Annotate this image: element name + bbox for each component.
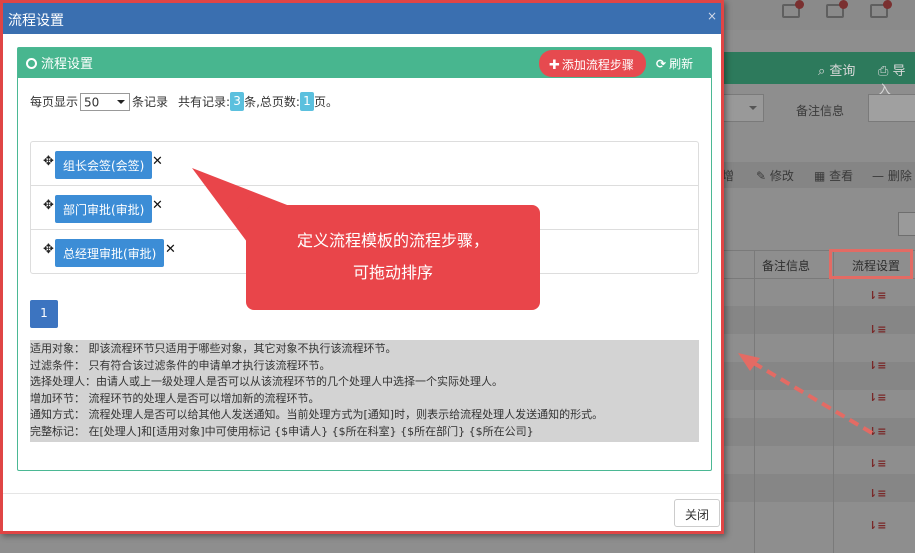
- calendar-icon: [870, 0, 892, 18]
- add-step-button[interactable]: ✚ 添加流程步骤: [539, 50, 646, 77]
- background-remark-label: 备注信息: [796, 104, 845, 118]
- bell-icon: [782, 0, 804, 18]
- background-search-bar: ⌕ 查询 ⎙ 导入: [720, 52, 915, 98]
- flow-setting-icon: ⇂≡: [868, 289, 887, 302]
- refresh-button[interactable]: ⟳ 刷新: [656, 55, 693, 72]
- flow-setting-icon: ⇂≡: [868, 457, 887, 470]
- step-button[interactable]: 组长会签(会签): [55, 151, 153, 179]
- step-row[interactable]: ✥ 组长会签(会签) ✕: [31, 142, 698, 186]
- help-line: 过滤条件： 只有符合该过滤条件的申请单才执行该流程环节。: [30, 358, 331, 372]
- background-edit-button: ✎ 修改: [756, 169, 794, 183]
- pages-count-badge: 1: [299, 92, 314, 111]
- close-icon[interactable]: ×: [707, 9, 717, 23]
- remove-step-icon[interactable]: ✕: [152, 198, 163, 213]
- page-size-label: 每页显示: [30, 95, 79, 109]
- total-label: 共有记录:: [178, 95, 231, 109]
- flow-setting-icon: ⇂≡: [868, 425, 887, 438]
- close-button[interactable]: 关闭: [674, 499, 720, 527]
- move-icon[interactable]: ✥: [43, 154, 54, 169]
- step-button[interactable]: 部门审批(审批): [55, 195, 153, 223]
- background-search-button: ⌕ 查询: [818, 64, 856, 79]
- page-button[interactable]: 1: [30, 300, 58, 328]
- pagination-toolbar: 每页显示 50 条记录 共有记录: 3 条,总页数: 1 页。: [30, 92, 338, 112]
- callout-line-1: 定义流程模板的流程步骤，: [296, 231, 489, 250]
- pages-label: 总页数:: [259, 95, 300, 109]
- dialog-title-bar: 流程设置 ×: [3, 3, 721, 34]
- background-view-button: ▦ 查看: [814, 169, 854, 183]
- total-count-badge: 3: [230, 92, 245, 111]
- refresh-icon: ⟳: [656, 57, 667, 71]
- panel-header: 流程设置 ✚ 添加流程步骤 ⟳ 刷新: [18, 48, 711, 78]
- background-select: [722, 94, 764, 122]
- background-top-bar: [720, 0, 915, 30]
- background-remark-input: [868, 94, 915, 122]
- plus-icon: ✚: [549, 58, 560, 73]
- background-action-bar: 增 ✎ 修改 ▦ 查看 — 删除: [720, 162, 915, 188]
- help-line: 适用对象： 即该流程环节只适用于哪些对象，其它对象不执行该流程环节。: [30, 342, 397, 355]
- pages-unit: 页。: [313, 95, 338, 109]
- remove-step-icon[interactable]: ✕: [165, 242, 176, 257]
- dialog-title: 流程设置: [8, 13, 64, 29]
- help-notes: 适用对象： 即该流程环节只适用于哪些对象，其它对象不执行该流程环节。 过滤条件：…: [30, 340, 699, 442]
- background-header-remark: 备注信息: [762, 259, 811, 273]
- flow-setting-icon: ⇂≡: [868, 519, 887, 532]
- flow-setting-icon: ⇂≡: [868, 323, 887, 336]
- flow-setting-icon: ⇂≡: [868, 359, 887, 372]
- image-icon: [826, 0, 848, 18]
- flow-setting-icon: ⇂≡: [868, 487, 887, 500]
- flow-setting-icon: ⇂≡: [868, 391, 887, 404]
- background-delete-button: — 删除: [872, 169, 912, 183]
- flow-setting-highlight: [829, 249, 913, 279]
- total-unit: 条,: [244, 95, 260, 109]
- dialog-footer-divider: [3, 493, 721, 494]
- gears-icon: [26, 58, 37, 69]
- annotation-callout: 定义流程模板的流程步骤， 可拖动排序: [246, 205, 540, 310]
- help-line: 通知方式： 流程处理人是否可以给其他人发送通知。当前处理方式为[通知]时，则表示…: [30, 408, 604, 421]
- step-button[interactable]: 总经理审批(审批): [55, 239, 165, 267]
- help-line: 选择处理人：由请人或上一级处理人是否可以从该流程环节的几个处理人中选择一个实际处…: [30, 375, 503, 388]
- background-column-button: [898, 212, 915, 236]
- help-line: 增加环节： 流程环节的处理人是否可以增加新的流程环节。: [30, 391, 320, 405]
- remove-step-icon[interactable]: ✕: [152, 154, 163, 169]
- move-icon[interactable]: ✥: [43, 242, 54, 257]
- panel-title: 流程设置: [26, 53, 93, 72]
- callout-line-2: 可拖动排序: [352, 263, 433, 282]
- chevron-down-icon: [117, 99, 126, 108]
- help-line: 完整标记： 在[处理人]和[适用对象]中可使用标记 {$申请人} {$所在科室}…: [30, 424, 534, 438]
- background-import-button: ⎙ 导入: [878, 64, 906, 98]
- page-size-select[interactable]: 50: [80, 92, 131, 111]
- move-icon[interactable]: ✥: [43, 198, 54, 213]
- records-label: 条记录: [132, 95, 169, 109]
